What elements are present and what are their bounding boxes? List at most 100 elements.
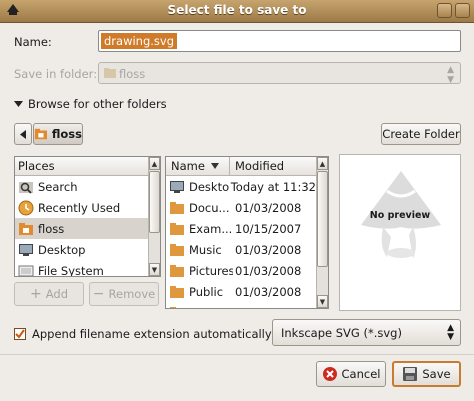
scroll-up-button[interactable]: ▲: [317, 157, 328, 170]
file-name: Templ...: [189, 306, 233, 309]
save-disk-icon: [403, 367, 418, 381]
file-modified: 01/03/2008: [235, 242, 302, 257]
save-button[interactable]: Save: [392, 361, 461, 387]
file-modified: 01/03/2008: [233, 306, 301, 309]
places-header[interactable]: Places: [15, 157, 148, 176]
folder-icon: [170, 201, 184, 214]
file-modified: 01/03/2008: [235, 200, 302, 215]
place-item-desktop[interactable]: Desktop: [15, 239, 148, 260]
select-arrows-icon: ▲ ▼: [447, 323, 454, 342]
close-window-button[interactable]: [455, 3, 470, 18]
select-arrows-icon: ▲ ▼: [447, 65, 454, 85]
append-extension-checkbox[interactable]: Append filename extension automatically: [14, 327, 272, 341]
append-extension-label: Append filename extension automatically: [32, 327, 272, 341]
drive-icon: [18, 265, 34, 276]
checkmark-icon: [15, 329, 25, 339]
file-row[interactable]: Templ...01/03/2008: [166, 302, 316, 309]
desktop-icon: [170, 180, 184, 193]
create-folder-button[interactable]: Create Folder: [381, 123, 461, 145]
plus-icon: +: [30, 286, 42, 302]
folder-icon: [170, 264, 184, 277]
cancel-button[interactable]: Cancel: [316, 361, 386, 387]
title-bar[interactable]: Select file to save to: [0, 0, 474, 23]
file-row[interactable]: Docu... 01/03/2008: [166, 197, 316, 218]
name-input-value: drawing.svg: [101, 33, 178, 49]
desktop-icon: [19, 243, 33, 256]
column-name-header[interactable]: Name: [166, 157, 230, 175]
folder-icon: [170, 222, 184, 235]
file-row[interactable]: Music 01/03/2008: [166, 239, 316, 260]
place-item-file-system[interactable]: File System: [15, 260, 148, 277]
save-in-label: Save in folder:: [14, 67, 98, 81]
file-modified: 01/03/2008: [235, 284, 302, 299]
scroll-up-button[interactable]: ▲: [149, 157, 160, 170]
home-folder-icon: [34, 128, 48, 140]
recent-icon: [18, 200, 34, 215]
folder-icon: [170, 243, 184, 256]
places-header-label: Places: [18, 159, 55, 173]
file-type-value: Inkscape SVG (*.svg): [281, 325, 402, 340]
file-modified: 01/03/2008: [235, 263, 302, 278]
scroll-down-button[interactable]: ▼: [149, 263, 160, 276]
file-name: Desktop: [189, 179, 229, 194]
home-folder-icon: [104, 68, 116, 78]
checkbox-box[interactable]: [14, 328, 26, 340]
cancel-label: Cancel: [341, 367, 381, 381]
expander-arrow-icon: [14, 100, 23, 107]
file-name: Exam...: [189, 221, 233, 236]
place-label: Recently Used: [38, 200, 121, 215]
scroll-thumb[interactable]: [149, 171, 160, 233]
place-label: Desktop: [38, 242, 86, 257]
scroll-thumb[interactable]: [317, 171, 328, 267]
save-in-value: floss: [119, 67, 146, 81]
window-title: Select file to save to: [167, 3, 307, 17]
column-name-label: Name: [171, 159, 205, 173]
add-place-button[interactable]: + Add: [14, 282, 84, 306]
sort-arrow-icon: [210, 163, 219, 169]
file-row[interactable]: DesktopToday at 11:32: [166, 176, 316, 197]
cancel-icon: [322, 367, 337, 381]
places-list[interactable]: Places Search Recently Used floss Deskto…: [14, 156, 161, 277]
path-current-label: floss: [51, 127, 82, 141]
file-name: Pictures: [189, 263, 233, 278]
remove-place-button[interactable]: − Remove: [89, 282, 159, 306]
path-button-floss[interactable]: floss: [33, 123, 83, 145]
file-row[interactable]: Pictures 01/03/2008: [166, 260, 316, 281]
file-name: Docu...: [189, 200, 230, 215]
place-label: Search: [38, 179, 78, 194]
place-item-search[interactable]: Search: [15, 176, 148, 197]
file-row[interactable]: Public 01/03/2008: [166, 281, 316, 302]
places-scrollbar[interactable]: ▲ ▼: [148, 157, 160, 276]
place-item-floss[interactable]: floss: [15, 218, 148, 239]
file-modified: Today at 11:32: [230, 179, 316, 194]
name-label: Name:: [14, 35, 52, 49]
preview-pane: No preview: [339, 154, 461, 311]
browse-expander[interactable]: Browse for other folders: [14, 97, 167, 111]
files-list[interactable]: Name Modified DesktopToday at 11:32Docu.…: [165, 156, 329, 309]
no-preview-label: No preview: [369, 210, 431, 221]
name-input[interactable]: drawing.svg: [98, 30, 461, 52]
save-label: Save: [422, 367, 451, 381]
file-type-select[interactable]: Inkscape SVG (*.svg) ▲ ▼: [272, 319, 461, 346]
files-scrollbar[interactable]: ▲ ▼: [316, 157, 328, 308]
add-label: Add: [45, 287, 68, 301]
place-label: floss: [38, 221, 65, 236]
files-header: Name Modified: [166, 157, 316, 176]
file-name: Public: [189, 284, 224, 299]
save-in-select[interactable]: floss ▲ ▼: [98, 62, 461, 85]
browse-label: Browse for other folders: [28, 97, 167, 111]
file-name: Music: [189, 242, 222, 257]
remove-label: Remove: [108, 287, 156, 301]
home-folder-icon: [19, 222, 33, 235]
scroll-down-button[interactable]: ▼: [317, 295, 328, 308]
minus-icon: −: [92, 286, 105, 302]
path-back-button[interactable]: [14, 123, 32, 145]
minimize-button[interactable]: [437, 3, 452, 18]
place-item-recently-used[interactable]: Recently Used: [15, 197, 148, 218]
arrow-left-icon: [20, 129, 26, 139]
folder-icon: [170, 306, 176, 308]
file-row[interactable]: Exam... 10/15/2007: [166, 218, 316, 239]
column-modified-header[interactable]: Modified: [230, 159, 284, 173]
divider: [0, 354, 474, 355]
place-label: File System: [38, 263, 104, 277]
